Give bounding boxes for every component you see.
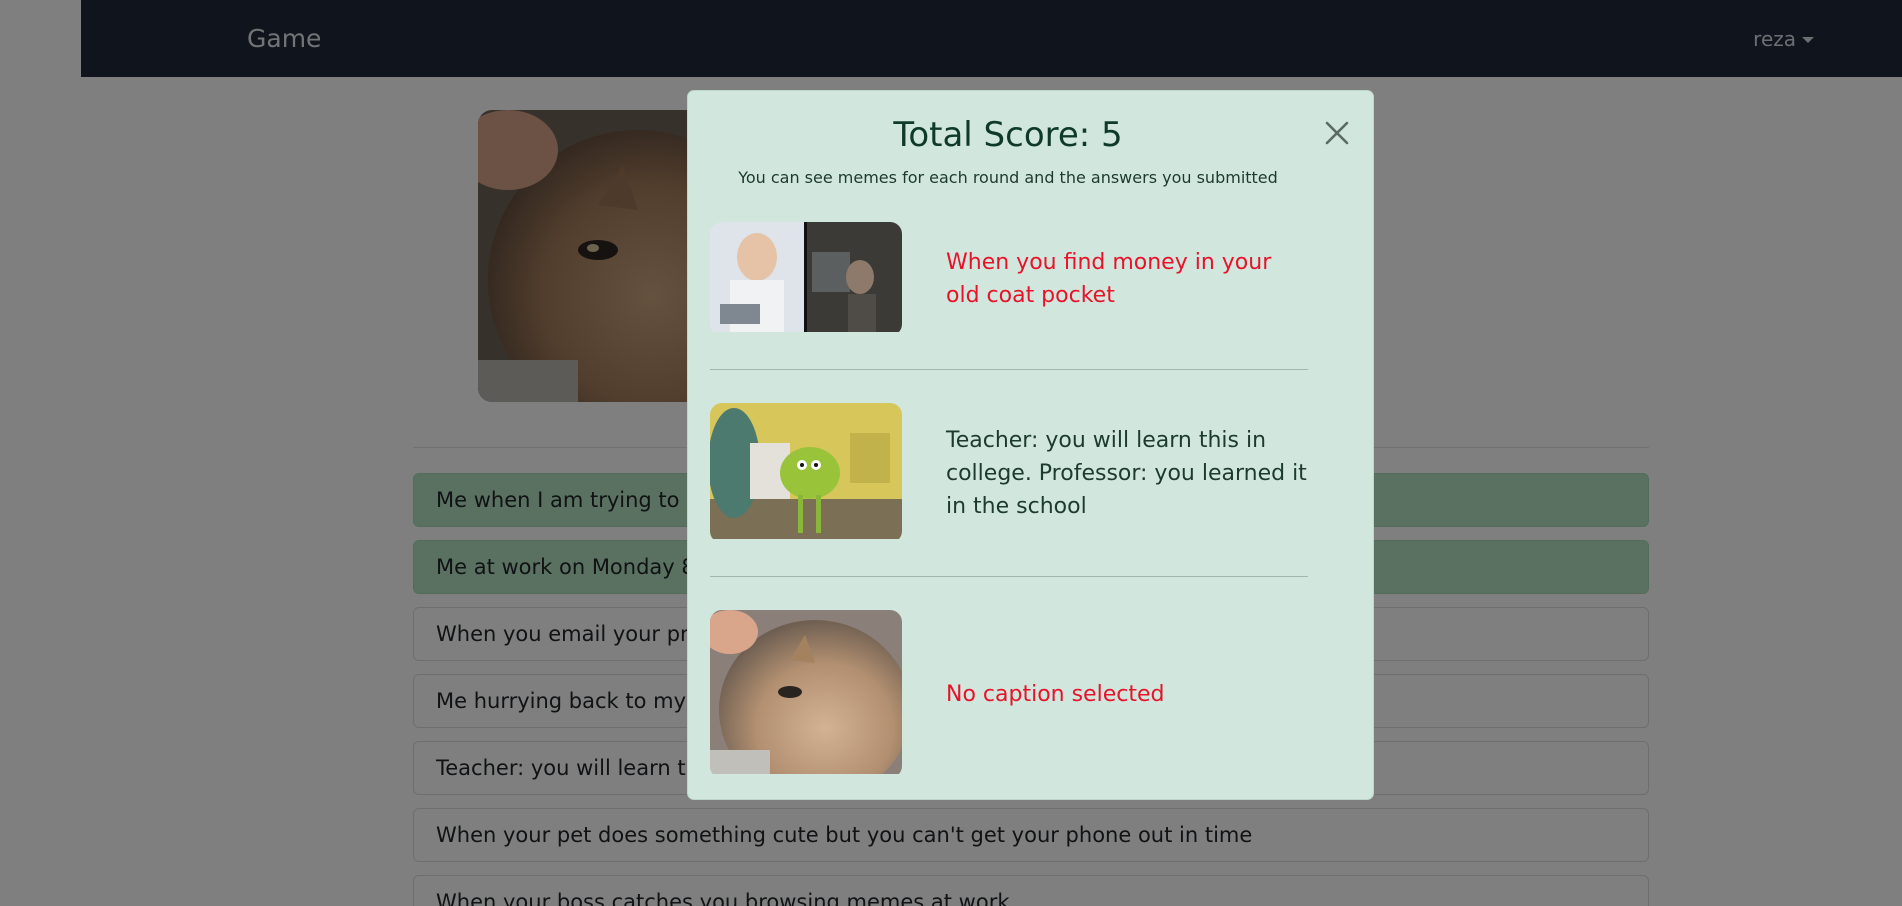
close-button[interactable] — [1319, 115, 1355, 151]
rounds-list: When you find money in your old coat poc… — [710, 222, 1308, 778]
round-row: No caption selected — [710, 610, 1308, 778]
round-caption: Teacher: you will learn this in college.… — [946, 427, 1307, 519]
close-icon — [1325, 121, 1349, 145]
round-row: When you find money in your old coat poc… — [710, 222, 1308, 370]
round-caption: When you find money in your old coat poc… — [946, 250, 1272, 308]
cat-meme-image — [710, 610, 902, 778]
mike-wazowski-meme-image — [710, 403, 902, 543]
modal-subtitle: You can see memes for each round and the… — [738, 168, 1278, 187]
round-caption: No caption selected — [946, 681, 1165, 707]
score-modal: Total Score: 5 You can see memes for eac… — [687, 90, 1374, 800]
mr-incredible-meme-image — [710, 222, 902, 336]
round-row: Teacher: you will learn this in college.… — [710, 403, 1308, 577]
modal-title: Total Score: 5 — [893, 115, 1123, 155]
